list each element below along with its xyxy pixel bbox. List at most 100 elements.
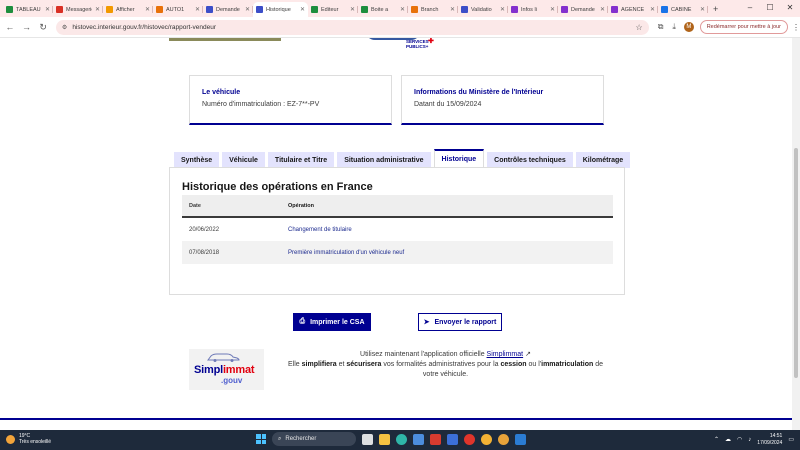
simplimmat-link[interactable]: Simplimmat — [487, 351, 524, 358]
taskbar-clock[interactable]: 14:51 17/09/2024 — [757, 433, 782, 446]
browser-tab-label: Historique — [266, 6, 291, 13]
promo-line1: Utilisez maintenant l'application offici… — [360, 351, 487, 358]
tab-close-icon[interactable]: ✕ — [145, 6, 150, 13]
tab-synthese[interactable]: Synthèse — [174, 152, 220, 168]
print-csa-button[interactable]: ⎙ Imprimer le CSA — [293, 313, 371, 331]
tab-close-icon[interactable]: ✕ — [700, 6, 705, 13]
browser-tab[interactable]: Editeur ✕ — [308, 2, 358, 17]
download-icon[interactable]: ⤓ — [672, 22, 676, 32]
browser-tab[interactable]: Boite a ✕ — [358, 2, 408, 17]
tab-vehicule[interactable]: Véhicule — [222, 152, 265, 168]
file-explorer-icon[interactable] — [379, 433, 390, 445]
address-bar[interactable]: ⚙ histovec.interieur.gouv.fr/histovec/ra… — [55, 19, 649, 35]
simplimmat-promo-text: Utilisez maintenant l'application offici… — [283, 350, 608, 380]
extensions-icon[interactable]: ⧉ — [658, 22, 664, 32]
opera-icon[interactable] — [464, 433, 475, 445]
tab-favicon-icon — [511, 6, 518, 13]
chrome-icon[interactable] — [481, 433, 492, 445]
browser-tab[interactable]: Demande ✕ — [203, 2, 253, 17]
close-window-icon[interactable]: ✕ — [780, 0, 800, 16]
tab-close-icon[interactable]: ✕ — [350, 6, 355, 13]
ministry-card-title: Informations du Ministère de l'Intérieur — [414, 89, 544, 96]
browser-tab[interactable]: CABINE ✕ — [658, 2, 708, 17]
bookmark-star-icon[interactable]: ☆ — [636, 23, 643, 32]
promo-bold-simplifiera: simplifiera — [301, 361, 337, 368]
vehicle-card-title: Le véhicule — [202, 89, 241, 96]
scrollbar-thumb[interactable] — [794, 148, 798, 378]
vehicle-card: Le véhicule Numéro d'immatriculation : E… — [189, 75, 392, 125]
browser-tab[interactable]: Demande ✕ — [558, 2, 608, 17]
tab-titulaire-et-titre[interactable]: Titulaire et Titre — [267, 152, 335, 168]
store-icon[interactable] — [413, 433, 424, 445]
browser-tab[interactable]: AGENCE ✕ — [608, 2, 658, 17]
chrome-profile-icon[interactable] — [498, 433, 509, 445]
tab-close-icon[interactable]: ✕ — [400, 6, 405, 13]
tab-controles-techniques[interactable]: Contrôles techniques — [487, 152, 573, 168]
browser-tab[interactable]: Branch ✕ — [408, 2, 458, 17]
tab-kilometrage[interactable]: Kilométrage — [575, 152, 631, 168]
tab-favicon-icon — [561, 6, 568, 13]
browser-tab[interactable]: Historique ✕ — [253, 2, 308, 17]
tab-favicon-icon — [361, 6, 368, 13]
tab-close-icon[interactable]: ✕ — [195, 6, 200, 13]
browser-tab[interactable]: Afficher ✕ — [103, 2, 153, 17]
profile-avatar[interactable]: M — [683, 22, 694, 32]
tab-favicon-icon — [311, 6, 318, 13]
task-view-icon[interactable] — [362, 433, 373, 445]
sun-icon — [6, 434, 15, 444]
history-table: Date Opération 20/06/2022 Changement de … — [182, 195, 613, 264]
data-date: Datant du 15/09/2024 — [414, 101, 482, 108]
cloud-icon[interactable]: ☁ — [725, 436, 731, 443]
tab-historique[interactable]: Historique — [433, 149, 485, 168]
weather-widget[interactable]: 19°C Très ensoleillé — [6, 433, 51, 445]
tab-close-icon[interactable]: ✕ — [650, 6, 655, 13]
tray-chevron-icon[interactable]: ⌃ — [714, 436, 719, 443]
wifi-icon[interactable]: ◠ — [737, 436, 742, 443]
browser-tab[interactable]: Infos li ✕ — [508, 2, 558, 17]
site-info-icon[interactable]: ⚙ — [62, 24, 67, 31]
notification-icon[interactable]: ▭ — [788, 436, 794, 443]
browser-tab[interactable]: AUTO1 ✕ — [153, 2, 203, 17]
browser-tab-label: Validatio — [471, 6, 492, 13]
restart-update-button[interactable]: Redémarrer pour mettre à jour — [699, 20, 788, 34]
tab-situation-administrative[interactable]: Situation administrative — [337, 152, 431, 168]
tab-favicon-icon — [206, 6, 213, 13]
taskbar-apps: ⌕ Rechercher — [256, 432, 526, 446]
new-tab-icon[interactable]: + — [708, 2, 723, 17]
browser-tab-label: Demande — [216, 6, 240, 13]
windows-start-icon[interactable] — [256, 434, 266, 444]
simplimmat-suffix: .gouv — [221, 376, 243, 385]
tab-close-icon[interactable]: ✕ — [450, 6, 455, 13]
reload-icon[interactable]: ↻ — [36, 22, 50, 33]
tab-close-icon[interactable]: ✕ — [245, 6, 250, 13]
marianne-mark-icon: ✚ — [428, 38, 434, 45]
acrobat-icon[interactable] — [430, 433, 441, 445]
tab-close-icon[interactable]: ✕ — [600, 6, 605, 13]
browser-tab[interactable]: TABLEAU ✕ — [3, 2, 53, 17]
browser-tab[interactable]: Validatio ✕ — [458, 2, 508, 17]
browser-menu-icon[interactable]: ⋮ — [792, 23, 800, 32]
browser-toolbar: ← → ↻ ⚙ histovec.interieur.gouv.fr/histo… — [0, 17, 800, 38]
tab-close-icon[interactable]: ✕ — [95, 6, 100, 13]
minimize-icon[interactable]: – — [740, 0, 760, 16]
volume-icon[interactable]: ♪ — [748, 437, 751, 443]
tab-close-icon[interactable]: ✕ — [550, 6, 555, 13]
word-icon[interactable] — [515, 433, 526, 445]
mail-icon[interactable] — [447, 433, 458, 445]
browser-tab-label: Infos li — [521, 6, 537, 13]
tab-close-icon[interactable]: ✕ — [300, 6, 305, 13]
tab-close-icon[interactable]: ✕ — [500, 6, 505, 13]
back-icon[interactable]: ← — [3, 22, 17, 32]
forward-icon[interactable]: → — [20, 22, 34, 32]
browser-tab[interactable]: Messagerie ✕ — [53, 2, 103, 17]
ministry-info-card: Informations du Ministère de l'Intérieur… — [401, 75, 604, 125]
tab-close-icon[interactable]: ✕ — [45, 6, 50, 13]
tab-favicon-icon — [411, 6, 418, 13]
send-report-button[interactable]: ➤ Envoyer le rapport — [418, 313, 502, 331]
edge-icon[interactable] — [396, 433, 407, 445]
taskbar-search[interactable]: ⌕ Rechercher — [272, 432, 356, 446]
page-scrollbar[interactable] — [792, 38, 800, 430]
services-publics-logo: SERVICES PUBLICS+ ✚ — [406, 38, 434, 49]
maximize-icon[interactable]: ☐ — [760, 0, 780, 16]
services-publics-logo-text: SERVICES PUBLICS+ — [406, 39, 429, 49]
